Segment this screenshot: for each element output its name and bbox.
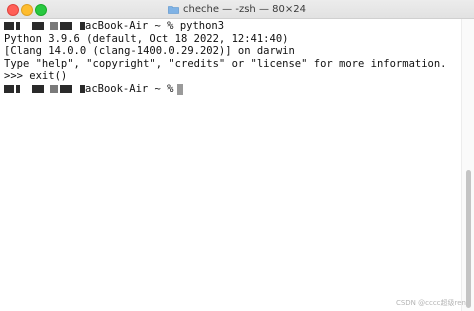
python-exit-command: >>> exit() — [4, 70, 68, 83]
python-version-text: Python 3.9.6 (default, Oct 18 2022, 12:4… — [4, 32, 289, 45]
redacted-username — [50, 85, 58, 94]
terminal-output[interactable]: acBook-Air ~ % python3 Python 3.9.6 (def… — [4, 19, 460, 311]
watermark-text: CSDN @cccc超级ren — [395, 299, 466, 307]
terminal-line: Python 3.9.6 (default, Oct 18 2022, 12:4… — [4, 33, 460, 46]
redacted-username — [60, 22, 72, 31]
folder-icon — [168, 5, 179, 14]
terminal-line: acBook-Air ~ % — [4, 83, 460, 96]
window-title-group: cheche — -zsh — 80×24 — [0, 0, 474, 18]
shell-prompt: acBook-Air ~ % — [85, 82, 174, 95]
redacted-username — [4, 22, 14, 31]
redacted-username — [60, 85, 72, 94]
scrollbar-thumb[interactable] — [466, 170, 471, 308]
redacted-username — [50, 22, 58, 31]
shell-prompt-command: acBook-Air ~ % python3 — [85, 20, 225, 32]
terminal-line: acBook-Air ~ % python3 — [4, 20, 460, 33]
window-title: cheche — -zsh — 80×24 — [183, 3, 306, 15]
terminal-line: Type "help", "copyright", "credits" or "… — [4, 58, 460, 71]
title-bar[interactable]: cheche — -zsh — 80×24 — [0, 0, 474, 19]
text-cursor — [176, 83, 183, 95]
redacted-username — [4, 85, 14, 94]
python-help-text: Type "help", "copyright", "credits" or "… — [4, 57, 447, 70]
compiler-info-text: [Clang 14.0.0 (clang-1400.0.29.202)] on … — [4, 45, 295, 58]
redacted-username — [32, 85, 44, 94]
terminal-line: >>> exit() — [4, 70, 460, 83]
redacted-username — [16, 85, 20, 94]
terminal-window: cheche — -zsh — 80×24 acBook-Air ~ % pyt… — [0, 0, 474, 311]
redacted-username — [32, 22, 44, 31]
redacted-username — [16, 22, 20, 31]
terminal-line: [Clang 14.0.0 (clang-1400.0.29.202)] on … — [4, 45, 460, 58]
